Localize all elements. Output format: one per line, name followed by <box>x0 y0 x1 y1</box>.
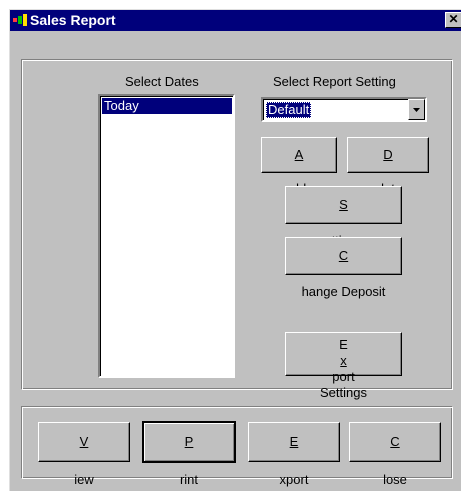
export-settings-button[interactable]: Ex port Settings <box>285 332 402 400</box>
select-dates-label: Select Dates <box>125 74 199 89</box>
print-button[interactable]: Print <box>142 421 236 487</box>
close-window-button[interactable]: ✕ <box>445 12 461 28</box>
report-setting-value: Default <box>266 102 312 118</box>
sales-report-window: Sales Report ✕ Select Dates Today Select… <box>9 9 461 491</box>
window-title: Sales Report <box>30 12 116 28</box>
title-bar[interactable]: Sales Report ✕ <box>10 10 461 31</box>
report-setting-select[interactable]: Default <box>261 97 427 122</box>
app-icon <box>13 14 27 26</box>
change-deposit-button[interactable]: Change Deposit <box>285 237 402 299</box>
settings-button[interactable]: Settings <box>285 186 402 248</box>
report-setting-label: Select Report Setting <box>273 74 396 89</box>
list-item[interactable]: Today <box>102 98 232 114</box>
dates-listbox[interactable]: Today <box>98 94 235 378</box>
dropdown-button[interactable] <box>408 99 425 120</box>
close-button[interactable]: Close <box>349 422 441 487</box>
delete-button[interactable]: Delete <box>347 137 429 196</box>
close-icon: ✕ <box>448 12 459 26</box>
view-button[interactable]: View <box>38 422 130 487</box>
chevron-down-icon <box>413 108 420 112</box>
export-button[interactable]: Export <box>248 422 340 487</box>
add-button[interactable]: Add <box>261 137 337 196</box>
